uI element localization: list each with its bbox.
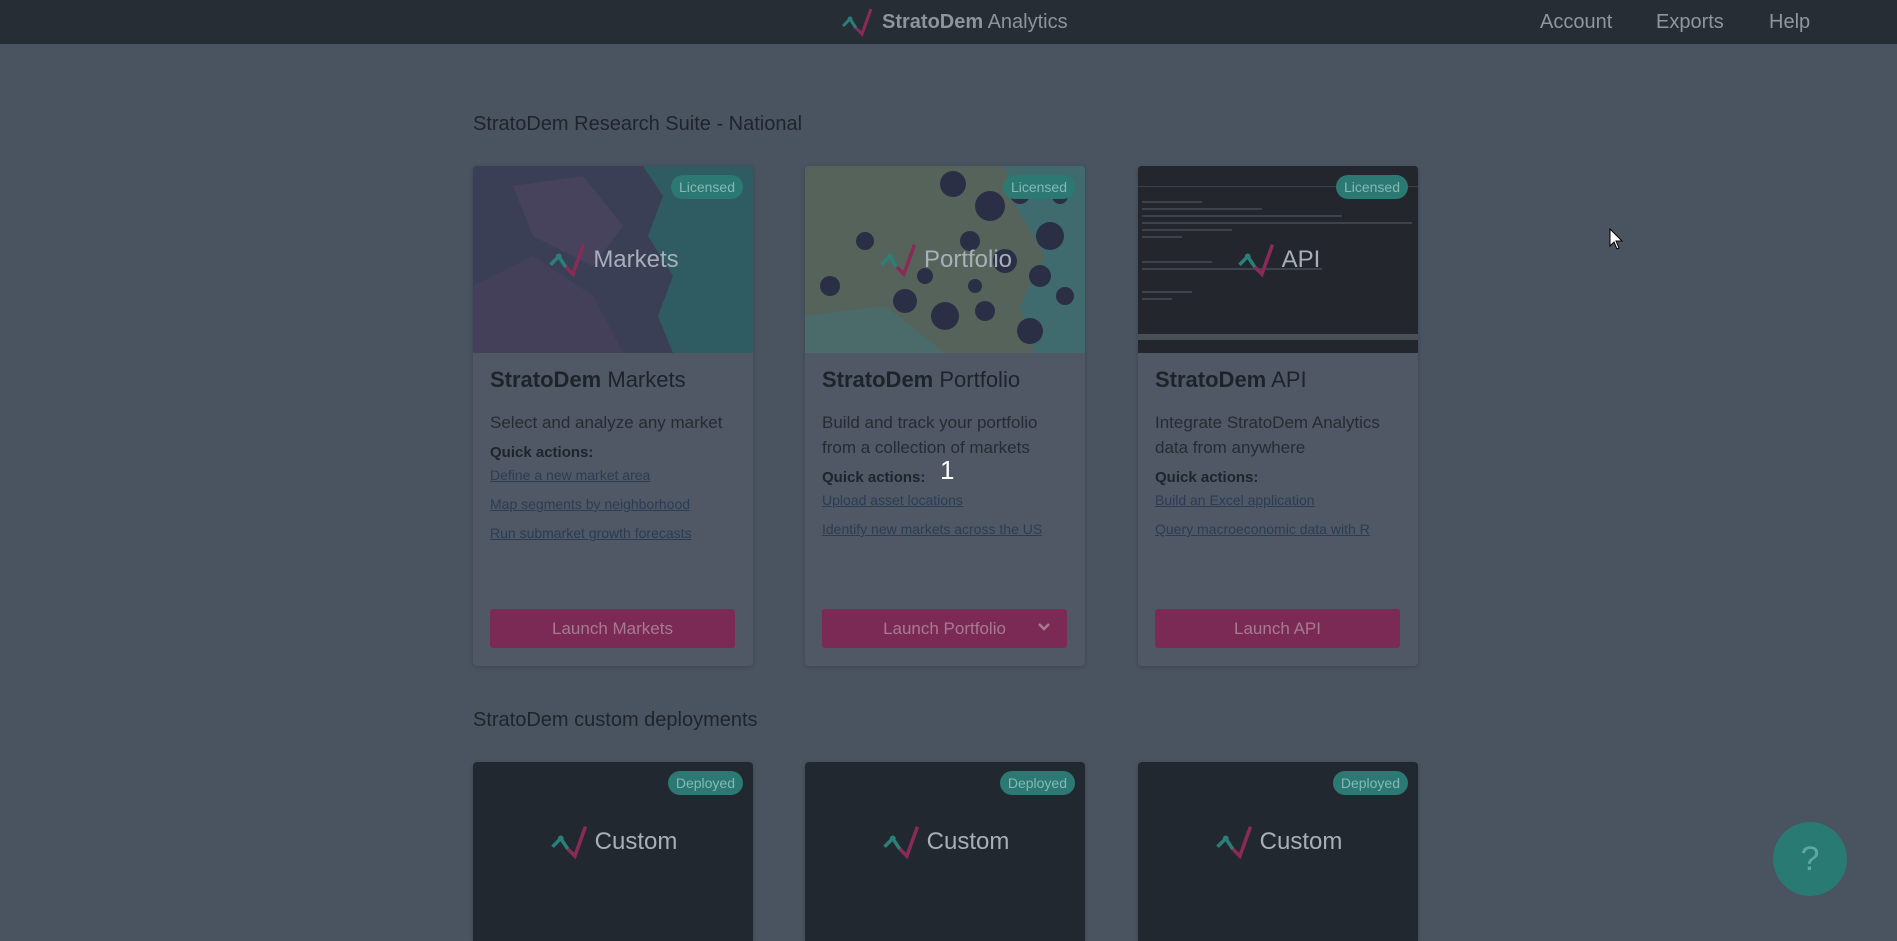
help-chat-button[interactable]: ? (1773, 822, 1847, 896)
card-custom-3[interactable]: Custom Deployed (1138, 762, 1418, 941)
custom-preview-image: Custom Deployed (1138, 762, 1418, 941)
link-upload-asset-locations[interactable]: Upload asset locations (822, 491, 1068, 509)
card-portfolio: Portfolio Licensed StratoDem Portfolio B… (805, 166, 1085, 666)
card-description-markets: Select and analyze any market (490, 413, 723, 432)
quick-actions-label: Quick actions: (490, 444, 594, 461)
card-title-portfolio: StratoDem Portfolio (822, 367, 1021, 392)
chevron-down-icon[interactable] (1037, 620, 1051, 634)
custom-image-label: Custom (926, 827, 1010, 855)
api-image-label: API (1281, 245, 1321, 273)
link-build-excel-application[interactable]: Build an Excel application (1155, 491, 1401, 509)
stratodem-logo-icon (1237, 243, 1274, 277)
mouse-cursor-icon (1609, 228, 1624, 250)
card-api: API Licensed StratoDem API Integrate Str… (1138, 166, 1418, 666)
deployed-badge: Deployed (1332, 771, 1408, 795)
licensed-badge: Licensed (670, 175, 743, 199)
stratodem-logo-icon (550, 825, 587, 859)
launch-portfolio-button[interactable]: Launch Portfolio (822, 609, 1067, 648)
card-title-api: StratoDem API (1155, 367, 1307, 392)
card-title-markets: StratoDem Markets (490, 367, 686, 392)
link-query-macroeconomic-data[interactable]: Query macroeconomic data with R (1155, 520, 1401, 538)
custom-image-label: Custom (594, 827, 678, 855)
nav-account[interactable]: Account (1540, 11, 1612, 34)
link-identify-new-markets[interactable]: Identify new markets across the US (822, 520, 1068, 538)
stratodem-logo-icon (549, 243, 586, 277)
link-define-market-area[interactable]: Define a new market area (490, 466, 736, 484)
nav-exports[interactable]: Exports (1656, 11, 1724, 34)
link-run-forecasts[interactable]: Run submarket growth forecasts (490, 524, 736, 542)
section-title-research-suite: StratoDem Research Suite - National (473, 113, 803, 135)
api-preview-image: API Licensed (1138, 166, 1418, 353)
brand-name-light: Analytics (983, 10, 1068, 33)
card-custom-2[interactable]: Custom Deployed (805, 762, 1085, 941)
launch-portfolio-label: Launch Portfolio (883, 618, 1006, 638)
card-custom-1[interactable]: Custom Deployed (473, 762, 753, 941)
link-map-segments[interactable]: Map segments by neighborhood (490, 495, 736, 513)
markets-image-label: Markets (593, 245, 679, 273)
question-mark-icon: ? (1800, 839, 1820, 878)
custom-image-label: Custom (1259, 827, 1343, 855)
stratodem-logo-icon (880, 243, 917, 277)
portfolio-image-label: Portfolio (923, 245, 1013, 273)
custom-preview-image: Custom Deployed (473, 762, 753, 941)
portfolio-preview-image: Portfolio Licensed (805, 166, 1085, 353)
deployed-badge: Deployed (667, 771, 743, 795)
nav-help[interactable]: Help (1769, 11, 1810, 34)
stratodem-logo-icon (1215, 825, 1252, 859)
top-navigation-bar: StratoDem Analytics Account Exports Help (0, 0, 1897, 44)
licensed-badge: Licensed (1335, 175, 1408, 199)
custom-preview-image: Custom Deployed (805, 762, 1085, 941)
licensed-badge: Licensed (1002, 175, 1075, 199)
stratodem-logo-icon (841, 8, 873, 37)
card-markets: Markets Licensed StratoDem Markets Selec… (473, 166, 753, 666)
card-description-portfolio: Build and track your portfolio from a co… (822, 413, 1038, 457)
deployed-badge: Deployed (999, 771, 1075, 795)
brand-name-bold: StratoDem (882, 10, 984, 33)
section-title-custom-deployments: StratoDem custom deployments (473, 709, 758, 731)
quick-actions-label: Quick actions: (1155, 469, 1259, 486)
tour-step-number: 1 (940, 455, 955, 485)
launch-api-button[interactable]: Launch API (1155, 609, 1400, 648)
card-description-api: Integrate StratoDem Analytics data from … (1155, 413, 1380, 457)
markets-preview-image: Markets Licensed (473, 166, 753, 353)
stratodem-logo-icon (882, 825, 919, 859)
launch-markets-button[interactable]: Launch Markets (490, 609, 735, 648)
brand-logo[interactable]: StratoDem Analytics (840, 6, 1068, 38)
